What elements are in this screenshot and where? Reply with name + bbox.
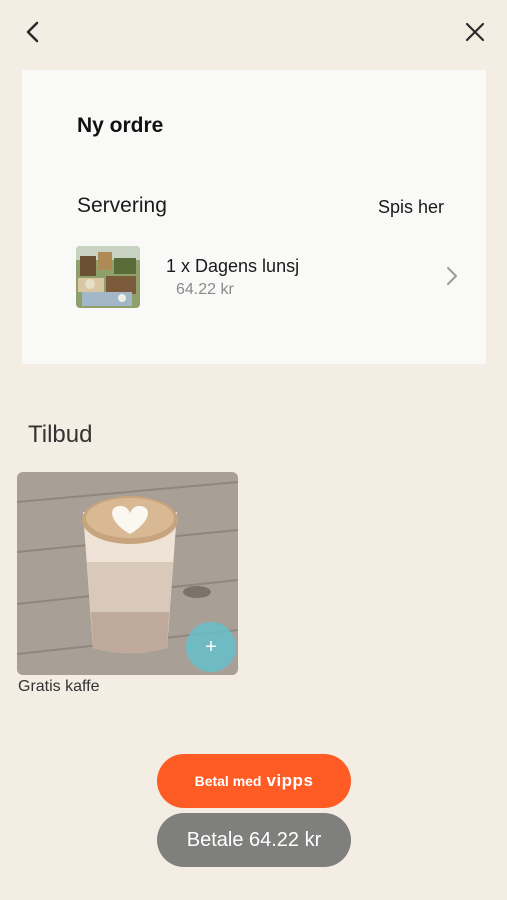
chevron-left-icon: [26, 21, 39, 43]
add-offer-button[interactable]: +: [186, 622, 236, 672]
item-price: 64.22 kr: [176, 281, 234, 298]
vipps-button-label: Betal med: [194, 773, 262, 789]
offers-title: Tilbud: [28, 421, 93, 448]
serving-label: Servering: [77, 194, 167, 217]
order-title: Ny ordre: [77, 114, 164, 137]
serving-value[interactable]: Spis her: [378, 197, 444, 218]
order-item[interactable]: 1 x Dagens lunsj 64.22 kr: [76, 244, 457, 310]
pay-button[interactable]: Betale 64.22 kr: [157, 813, 351, 867]
item-thumbnail-image: [76, 246, 140, 308]
chevron-right-icon: [447, 267, 457, 285]
back-button[interactable]: [18, 16, 50, 48]
vipps-logo: vipps: [266, 771, 314, 790]
offer-card[interactable]: + Gratis kaffe: [17, 472, 238, 702]
close-icon: [465, 22, 485, 42]
order-card: Ny ordre Servering Spis her 1 x Dagens l…: [22, 70, 486, 364]
item-name: 1 x Dagens lunsj: [166, 256, 300, 276]
vipps-pay-button[interactable]: Betal med vipps: [157, 754, 351, 808]
top-bar: [0, 0, 507, 64]
close-button[interactable]: [459, 16, 491, 48]
offer-label: Gratis kaffe: [18, 678, 100, 695]
